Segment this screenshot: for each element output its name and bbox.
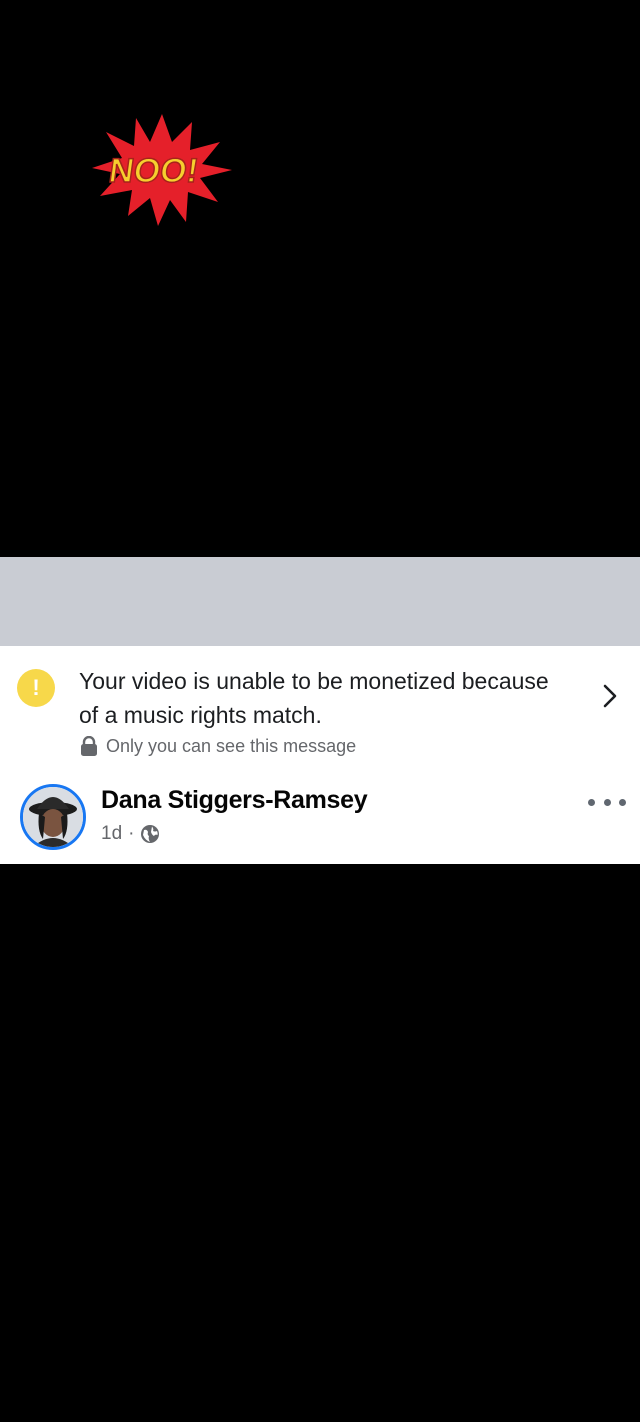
author-name[interactable]: Dana Stiggers-Ramsey [101,784,368,816]
video-area[interactable]: NOO! [0,0,640,557]
sticker-text: NOO! [107,152,201,190]
globe-icon [141,825,160,843]
more-dot [603,798,611,806]
more-dots-icon[interactable] [588,792,626,812]
monetization-notice[interactable]: ! Your video is unable to be monetized b… [0,646,640,772]
notice-message: Your video is unable to be monetized bec… [79,668,549,728]
notification-card: ! Your video is unable to be monetized b… [0,646,640,864]
privacy-text: Only you can see this message [106,736,357,756]
noo-sticker: NOO! [92,114,232,226]
screen: NOO! ! Your video is unable to be moneti… [0,0,640,1422]
video-area-lower[interactable] [0,864,640,1422]
privacy-row: Only you can see this message [80,734,356,758]
avatar[interactable] [20,784,86,850]
post-time[interactable]: 1d [101,822,122,846]
meta-separator: · [128,823,135,844]
warning-icon: ! [17,669,55,707]
post-meta: 1d · [101,822,160,846]
avatar-image [23,787,83,847]
separator-band [0,557,640,646]
more-dot [588,798,595,806]
lock-icon [81,736,97,756]
post-header: Dana Stiggers-Ramsey 1d · [0,776,640,864]
more-dot [619,798,626,806]
chevron-right-icon[interactable] [596,682,624,710]
